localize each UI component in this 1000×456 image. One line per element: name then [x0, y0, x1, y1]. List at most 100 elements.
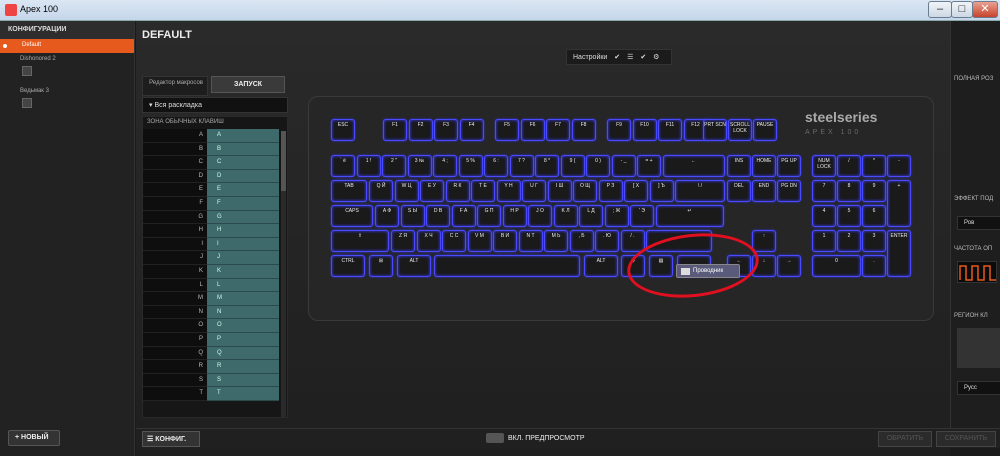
key-np8[interactable]: 8 — [837, 180, 861, 202]
key-f9[interactable]: F9 — [607, 119, 631, 141]
zone-row[interactable]: KK — [143, 264, 287, 279]
zone-key-binding[interactable]: Q — [207, 346, 279, 361]
key-letter[interactable]: W Ц — [394, 180, 419, 202]
zone-row[interactable]: OO — [143, 319, 287, 333]
key-np-minus[interactable]: - — [887, 155, 911, 177]
key-letter[interactable]: K Л — [553, 205, 578, 227]
key-num[interactable]: 2 " — [382, 155, 406, 177]
key-np5[interactable]: 5 — [837, 205, 861, 227]
key-letter[interactable]: V М — [467, 230, 492, 252]
zone-row[interactable]: TT — [143, 387, 287, 401]
zone-row[interactable]: FF — [143, 196, 287, 211]
key-num[interactable]: 9 ( — [560, 155, 585, 177]
key-pgdn[interactable]: PG DN — [777, 180, 801, 202]
key-f1[interactable]: F1 — [383, 119, 407, 141]
key-num[interactable]: ` ё — [331, 155, 355, 177]
zone-key-binding[interactable]: L — [207, 278, 279, 293]
zone-row[interactable]: AA — [143, 129, 287, 143]
key-space[interactable] — [434, 255, 580, 277]
key-shift[interactable]: ⇧ — [331, 230, 389, 252]
zone-row[interactable]: CC — [143, 156, 287, 170]
key-np-plus[interactable]: + — [887, 180, 911, 227]
zone-key-binding[interactable]: P — [207, 332, 279, 347]
zone-row[interactable]: BB — [143, 142, 287, 157]
zone-key-binding[interactable]: H — [207, 224, 279, 238]
key-f3[interactable]: F3 — [434, 119, 458, 141]
zone-row[interactable]: MM — [143, 292, 287, 306]
key-num[interactable]: 3 № — [407, 155, 432, 177]
key-letter[interactable]: L Д — [579, 205, 603, 227]
zone-row[interactable]: JJ — [143, 251, 287, 265]
key-f11[interactable]: F11 — [658, 119, 682, 141]
key-letter[interactable]: ] Ъ — [649, 180, 674, 202]
key-np9[interactable]: 9 — [862, 180, 886, 202]
key-letter[interactable]: U Г — [522, 180, 546, 202]
key-letter[interactable]: \ / — [675, 180, 725, 202]
zone-key-binding[interactable]: D — [207, 169, 279, 184]
key-num[interactable]: 0 ) — [586, 155, 610, 177]
key-np3[interactable]: 3 — [862, 230, 886, 252]
config-item-default[interactable]: Default — [0, 39, 134, 53]
key-letter[interactable]: ; Ж — [604, 205, 629, 227]
key-num[interactable]: 6 : — [484, 155, 508, 177]
key-num[interactable]: 7 ? — [509, 155, 534, 177]
key-letter[interactable]: S Ы — [400, 205, 425, 227]
key-pgup[interactable]: PG UP — [777, 155, 801, 177]
key-del[interactable]: DEL — [727, 180, 751, 202]
key-caps[interactable]: CAPS — [331, 205, 373, 227]
zone-row[interactable]: DD — [143, 169, 287, 184]
key-letter[interactable]: D В — [426, 205, 450, 227]
zone-key-binding[interactable]: G — [207, 210, 279, 225]
key-np7[interactable]: 7 — [812, 180, 836, 202]
key-num[interactable]: = + — [637, 155, 661, 177]
key-f4[interactable]: F4 — [459, 119, 484, 141]
zone-key-binding[interactable]: I — [207, 237, 279, 252]
key-letter[interactable]: X Ч — [416, 230, 441, 252]
key-letter[interactable]: [ Х — [624, 180, 648, 202]
key-letter[interactable]: T Е — [471, 180, 495, 202]
config-button[interactable]: ☰ КОНФИГ. — [142, 431, 200, 447]
key-np0[interactable]: 0 — [812, 255, 861, 277]
key-f8[interactable]: F8 — [571, 119, 596, 141]
key-end[interactable]: END — [752, 180, 776, 202]
key-letter[interactable]: ' Э — [630, 205, 654, 227]
key-right[interactable]: → — [777, 255, 801, 277]
zone-key-binding[interactable]: S — [207, 373, 279, 388]
zone-row[interactable]: EE — [143, 183, 287, 197]
zone-scrollbar[interactable] — [281, 131, 286, 417]
key-win[interactable]: ⊞ — [369, 255, 393, 277]
key-letter[interactable]: P З — [598, 180, 623, 202]
key-letter[interactable]: E У — [420, 180, 444, 202]
zone-row[interactable]: LL — [143, 278, 287, 293]
config-item-dishonored[interactable]: Dishonored 2 — [0, 53, 134, 85]
zone-key-binding[interactable]: M — [207, 292, 279, 306]
macro-editor-button[interactable]: Редактор макросов — [142, 76, 208, 96]
zone-key-binding[interactable]: B — [207, 142, 279, 157]
key-letter[interactable]: O Щ — [573, 180, 597, 202]
key-letter[interactable]: C С — [442, 230, 466, 252]
key-letter[interactable]: , Б — [569, 230, 594, 252]
key-enter[interactable]: ↵ — [655, 205, 724, 227]
key-f5[interactable]: F5 — [495, 119, 519, 141]
zone-row[interactable]: HH — [143, 224, 287, 238]
key-letter[interactable]: I Ш — [547, 180, 572, 202]
key-num[interactable]: 1 ! — [356, 155, 381, 177]
key-up[interactable]: ↑ — [752, 230, 776, 252]
key-ctrl[interactable]: CTRL — [331, 255, 365, 277]
key-np6[interactable]: 6 — [862, 205, 886, 227]
zone-row[interactable]: II — [143, 237, 287, 252]
zone-key-binding[interactable]: J — [207, 251, 279, 265]
key-letter[interactable]: H Р — [502, 205, 527, 227]
launch-button[interactable]: ЗАПУСК — [211, 76, 285, 93]
key-np-mul[interactable]: * — [862, 155, 886, 177]
key-tab[interactable]: TAB — [331, 180, 367, 202]
preview-toggle[interactable]: ВКЛ. ПРЕДПРОСМОТР — [486, 433, 585, 443]
zone-key-binding[interactable]: K — [207, 264, 279, 279]
key-letter[interactable]: . Ю — [595, 230, 619, 252]
key-letter[interactable]: B И — [493, 230, 517, 252]
zone-row[interactable]: PP — [143, 332, 287, 347]
zone-key-binding[interactable]: T — [207, 387, 279, 401]
key-scrolllock[interactable]: SCROLL LOCK — [728, 119, 752, 141]
zone-row[interactable]: NN — [143, 305, 287, 320]
layout-select[interactable]: ▾ Вся раскладка — [142, 97, 288, 113]
